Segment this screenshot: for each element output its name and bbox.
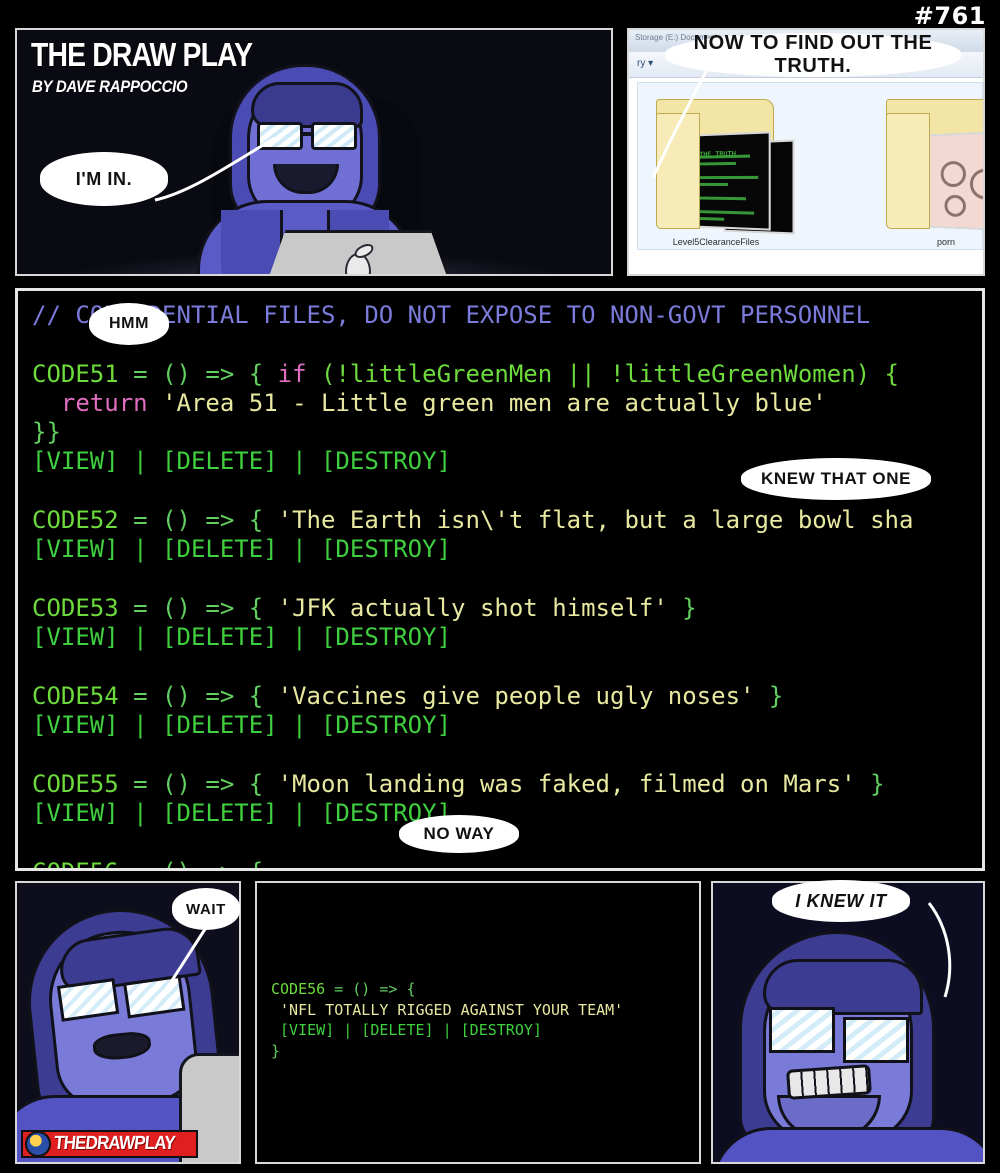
- code-actions[interactable]: [VIEW] | [DELETE] | [DESTROY]: [32, 447, 451, 475]
- code-block-small: CODE56 = () => { 'NFL TOTALLY RIGGED AGA…: [271, 979, 623, 1061]
- code-actions[interactable]: [VIEW] | [DELETE] | [DESTROY]: [32, 711, 451, 739]
- code-token: 'Vaccines give people ugly noses': [277, 681, 755, 710]
- speech-bubble-im-in: I'M IN.: [40, 152, 168, 206]
- code-token: }: [855, 769, 885, 798]
- code-token: CODE51: [32, 359, 119, 388]
- code-token: 'NFL TOTALLY RIGGED AGAINST YOUR TEAM': [280, 1000, 624, 1019]
- folder-label: porn: [936, 237, 955, 247]
- code-token: = () => {: [325, 980, 416, 998]
- code-token: 'Moon landing was faked, filmed on Mars': [277, 769, 856, 798]
- issue-number: #761: [913, 2, 986, 30]
- code-token: = () => {: [118, 681, 278, 710]
- speech-tail-imin: [154, 136, 276, 202]
- speech-bubble-hmm: HMM: [89, 303, 169, 345]
- code-token: = () => {: [118, 769, 278, 798]
- speech-bubble-i-knew-it: I KNEW IT: [772, 880, 910, 922]
- code-token: CODE52: [32, 506, 119, 535]
- panel-code-listing: // CONFIDENTIAL FILES, DO NOT EXPOSE TO …: [15, 288, 985, 871]
- glasses-icon: [769, 1007, 919, 1063]
- folder-front-flap: [886, 113, 930, 229]
- panel-i-knew-it: [711, 881, 985, 1164]
- code-token: 'Area 51 - Little green men are actually…: [162, 388, 827, 417]
- football-helmet-icon: [25, 1131, 51, 1157]
- lens-right: [843, 1017, 909, 1063]
- code-token: CODE55: [32, 769, 119, 798]
- hoodie-torso: [713, 1127, 983, 1162]
- code-token: (!littleGreenMen || !littleGreenWomen) {: [321, 359, 899, 388]
- comic-byline: BY DAVE RAPPOCCIO: [32, 77, 188, 96]
- code-token: = () => {: [118, 506, 278, 535]
- site-logo-badge[interactable]: THEDRAWPLAY: [21, 1130, 198, 1158]
- thumbnail-tentacle: [923, 131, 983, 231]
- code-token: [VIEW] | [DELETE] | [DESTROY]: [280, 1021, 542, 1039]
- code-token: CODE56: [271, 980, 326, 998]
- speech-bubble-now-to-find-out: NOW TO FIND OUT THE TRUTH.: [665, 32, 961, 77]
- code-token: = () => {: [119, 858, 263, 868]
- code-token: CODE54: [32, 681, 119, 710]
- site-logo-text: THEDRAWPLAY: [53, 1133, 176, 1154]
- code-token: CODE56: [32, 858, 119, 868]
- code-token: }}: [32, 418, 61, 447]
- code-block: // CONFIDENTIAL FILES, DO NOT EXPOSE TO …: [32, 301, 982, 868]
- code-token: = () => {: [118, 359, 278, 388]
- code-token: if: [277, 359, 307, 388]
- panel-code56-reveal: CODE56 = () => { 'NFL TOTALLY RIGGED AGA…: [255, 881, 701, 1164]
- code-actions[interactable]: [VIEW] | [DELETE] | [DESTROY]: [32, 623, 451, 651]
- folder-item-porn[interactable]: porn: [886, 89, 983, 247]
- pear-logo-icon: [345, 253, 371, 274]
- speech-bubble-wait: WAIT: [172, 888, 240, 930]
- code-token: }: [754, 681, 784, 710]
- code-token: return: [60, 388, 148, 417]
- speech-bubble-knew-that-one: KNEW THAT ONE: [741, 458, 931, 500]
- code-token: }: [271, 1041, 281, 1060]
- lens-left: [769, 1007, 835, 1053]
- speech-bubble-no-way: NO WAY: [399, 815, 519, 853]
- code-token: }: [667, 593, 697, 622]
- comic-title: THE DRAW PLAY: [31, 36, 253, 73]
- code-token: = () => {: [118, 593, 278, 622]
- gritted-teeth: [786, 1064, 872, 1100]
- code-token: 'The Earth isn\'t flat, but a large bowl…: [277, 506, 914, 535]
- code-actions[interactable]: [VIEW] | [DELETE] | [DESTROY]: [32, 535, 451, 563]
- code-actions[interactable]: [VIEW] | [DELETE] | [DESTROY]: [32, 799, 451, 827]
- code-token: CODE53: [32, 593, 119, 622]
- comic-page: #761 Pear THE DRAW PLAY BY DAVE RAP: [0, 0, 1000, 1173]
- lens-left: [56, 978, 120, 1022]
- code-token: 'JFK actually shot himself': [277, 593, 668, 622]
- lens-right: [311, 122, 357, 150]
